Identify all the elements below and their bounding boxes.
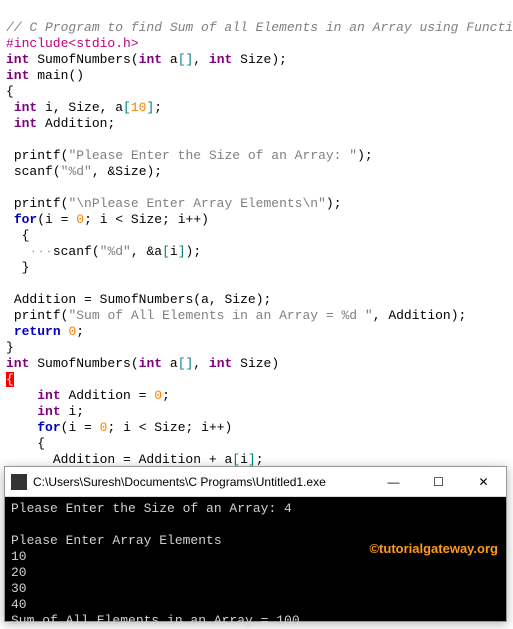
- console-input: 10: [11, 549, 27, 564]
- minimize-button[interactable]: —: [371, 467, 416, 497]
- console-window[interactable]: C:\Users\Suresh\Documents\C Programs\Unt…: [4, 466, 507, 622]
- include-line: #include<stdio.h>: [6, 36, 139, 51]
- console-line: Please Enter the Size of an Array: 4: [11, 501, 292, 516]
- window-title: C:\Users\Suresh\Documents\C Programs\Unt…: [33, 475, 371, 489]
- console-output[interactable]: Please Enter the Size of an Array: 4 Ple…: [5, 497, 506, 621]
- console-input: 40: [11, 597, 27, 612]
- console-input: 20: [11, 565, 27, 580]
- matched-brace: {: [6, 372, 14, 387]
- watermark: ©tutorialgateway.org: [369, 541, 498, 557]
- maximize-button[interactable]: ☐: [416, 467, 461, 497]
- console-result: Sum of All Elements in an Array = 100: [11, 613, 300, 628]
- titlebar[interactable]: C:\Users\Suresh\Documents\C Programs\Unt…: [5, 467, 506, 497]
- console-input: 30: [11, 581, 27, 596]
- code-editor[interactable]: // C Program to find Sum of all Elements…: [0, 0, 513, 504]
- close-button[interactable]: ✕: [461, 467, 506, 497]
- code-comment: // C Program to find Sum of all Elements…: [6, 20, 513, 35]
- console-line: Please Enter Array Elements: [11, 533, 222, 548]
- app-icon: [11, 474, 27, 490]
